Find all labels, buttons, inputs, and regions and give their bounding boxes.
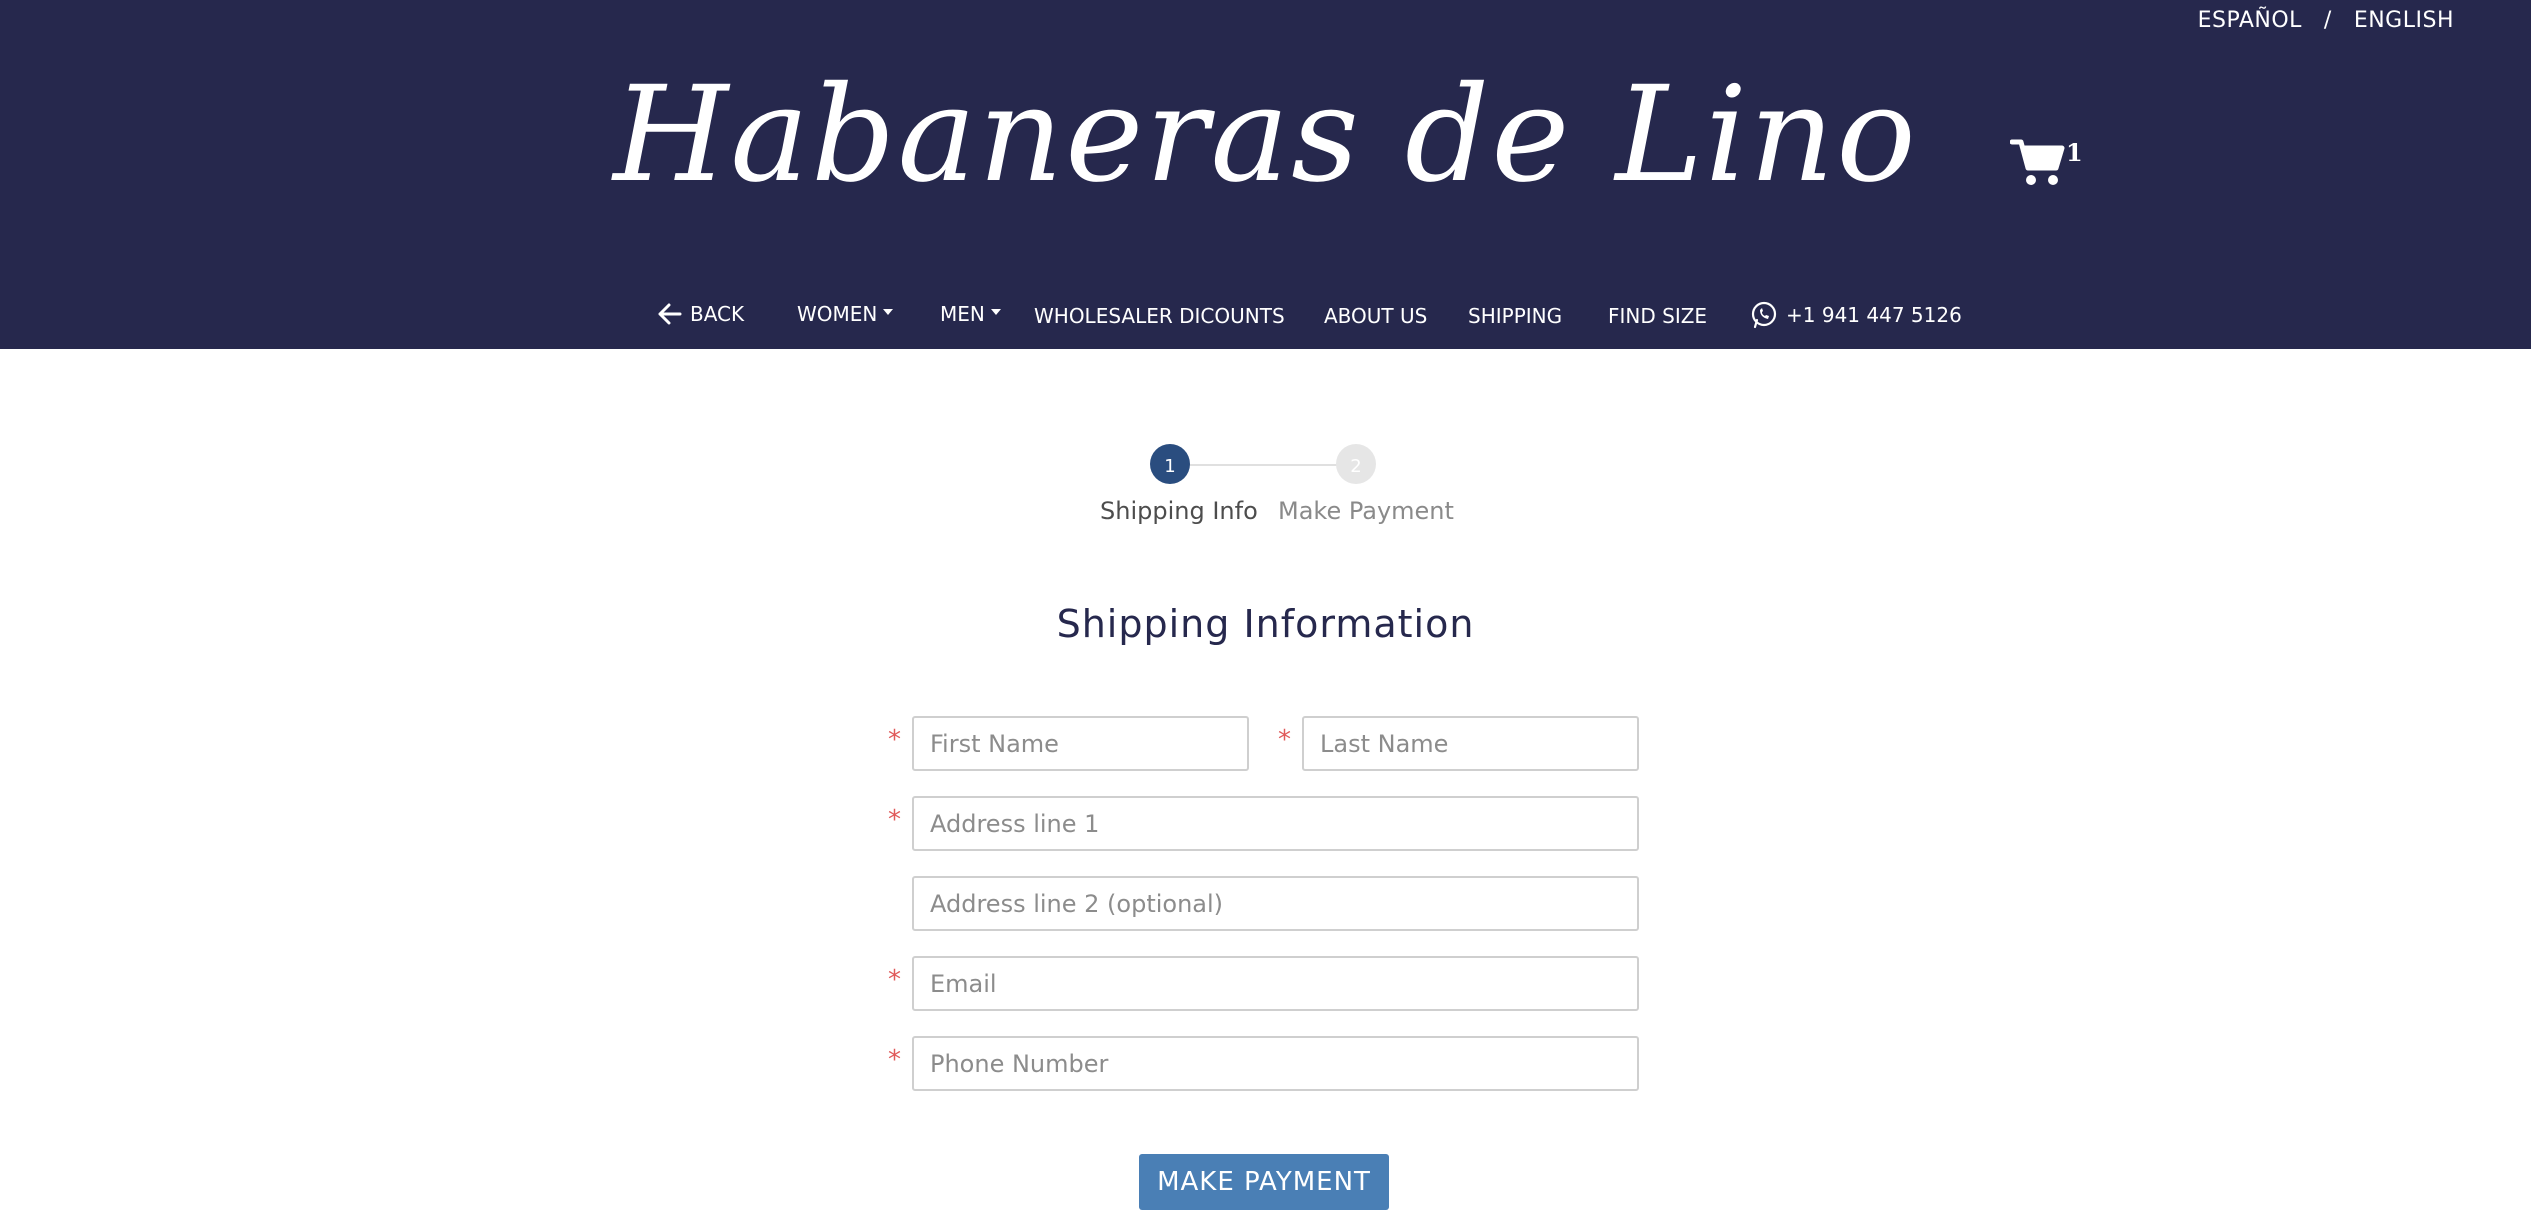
cart-count-badge: 1 bbox=[2066, 138, 2083, 167]
caret-down-icon bbox=[990, 309, 1001, 315]
address-line-2-field[interactable] bbox=[912, 876, 1639, 931]
arrow-left-icon bbox=[658, 303, 682, 325]
nav-find-size-link[interactable]: FIND SIZE bbox=[1608, 296, 1707, 336]
required-indicator: * bbox=[888, 965, 901, 995]
nav-women-label: WOMEN bbox=[797, 302, 878, 326]
language-english-link[interactable]: ENGLISH bbox=[2354, 8, 2454, 33]
step-1-indicator: 1 bbox=[1150, 444, 1190, 484]
nav-shipping-label: SHIPPING bbox=[1468, 304, 1563, 328]
nav-back-link[interactable]: BACK bbox=[658, 294, 744, 334]
checkout-stepper: 1 2 Shipping Info Make Payment bbox=[1090, 442, 1454, 542]
whatsapp-icon bbox=[1751, 301, 1777, 329]
cart-button[interactable]: 1 bbox=[2010, 136, 2083, 196]
nav-men-label: MEN bbox=[940, 302, 985, 326]
site-logo[interactable]: Habaneras de Lino bbox=[0, 50, 2531, 220]
step-2-indicator: 2 bbox=[1336, 444, 1376, 484]
main-navigation: BACK WOMEN MEN WHOLESALER DICOUNTS ABOUT… bbox=[0, 294, 2531, 334]
phone-number-field[interactable] bbox=[912, 1036, 1639, 1091]
first-name-field[interactable] bbox=[912, 716, 1249, 771]
nav-wholesaler-link[interactable]: WHOLESALER DICOUNTS bbox=[1034, 296, 1285, 336]
shopping-cart-icon bbox=[2010, 139, 2065, 185]
nav-find-size-label: FIND SIZE bbox=[1608, 304, 1708, 328]
nav-about-link[interactable]: ABOUT US bbox=[1324, 296, 1427, 336]
required-indicator: * bbox=[888, 725, 901, 755]
required-indicator: * bbox=[1278, 725, 1291, 755]
make-payment-button[interactable]: MAKE PAYMENT bbox=[1139, 1154, 1389, 1210]
nav-women-dropdown[interactable]: WOMEN bbox=[797, 294, 894, 334]
nav-phone-label: +1 941 447 5126 bbox=[1786, 303, 1962, 327]
address-line-1-field[interactable] bbox=[912, 796, 1639, 851]
stepper-connector bbox=[1170, 464, 1360, 466]
site-header: ESPAÑOL / ENGLISH Habaneras de Lino 1 BA… bbox=[0, 0, 2531, 349]
nav-men-dropdown[interactable]: MEN bbox=[940, 294, 1001, 334]
language-separator: / bbox=[2323, 8, 2332, 33]
step-2-label: Make Payment bbox=[1278, 497, 1454, 525]
page-title: Shipping Information bbox=[1056, 602, 1475, 646]
step-1-label: Shipping Info bbox=[1100, 497, 1258, 525]
caret-down-icon bbox=[883, 309, 894, 315]
required-indicator: * bbox=[888, 1045, 901, 1075]
nav-phone-link[interactable]: +1 941 447 5126 bbox=[1750, 295, 1962, 335]
email-field[interactable] bbox=[912, 956, 1639, 1011]
nav-wholesaler-label: WHOLESALER DICOUNTS bbox=[1034, 304, 1285, 328]
nav-back-label: BACK bbox=[690, 302, 745, 326]
nav-shipping-link[interactable]: SHIPPING bbox=[1468, 296, 1562, 336]
nav-about-label: ABOUT US bbox=[1324, 304, 1428, 328]
required-indicator: * bbox=[888, 805, 901, 835]
language-espanol-link[interactable]: ESPAÑOL bbox=[2198, 8, 2302, 33]
language-switcher: ESPAÑOL / ENGLISH bbox=[2198, 8, 2454, 33]
last-name-field[interactable] bbox=[1302, 716, 1639, 771]
